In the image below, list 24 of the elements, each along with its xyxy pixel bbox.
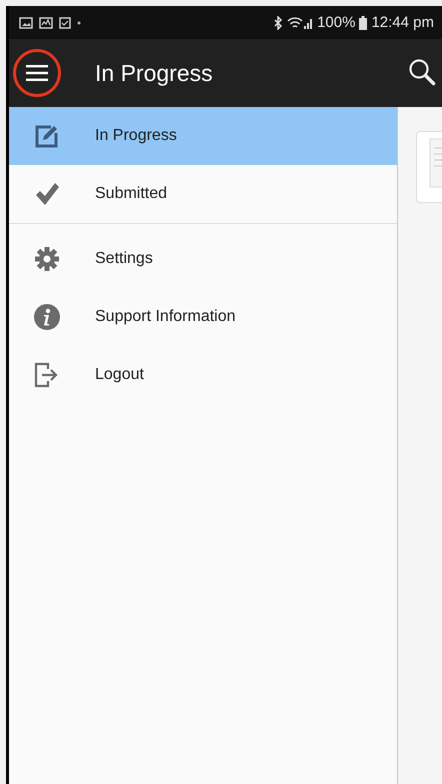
logout-icon xyxy=(34,362,60,388)
drawer-item[interactable]: Submitted xyxy=(9,165,397,223)
screen-title: In Progress xyxy=(95,60,214,86)
drawer-item[interactable]: Settings xyxy=(9,230,397,288)
edit-icon xyxy=(34,123,60,149)
search-button[interactable] xyxy=(408,58,436,88)
chart-icon xyxy=(39,16,53,28)
battery-percentage: 100% xyxy=(317,14,356,31)
search-icon xyxy=(408,58,436,86)
checkbox-icon xyxy=(59,16,71,28)
bluetooth-icon xyxy=(273,16,284,30)
checkmark-icon xyxy=(34,182,60,206)
drawer-item[interactable]: Support Information xyxy=(9,288,397,346)
image-icon xyxy=(19,16,33,28)
clock: 12:44 pm xyxy=(371,14,434,31)
settings-icon xyxy=(34,246,60,272)
drawer-item[interactable]: Logout xyxy=(9,346,397,404)
wifi-signal-icon xyxy=(287,16,314,30)
battery-icon xyxy=(359,16,368,30)
dot-icon xyxy=(77,20,81,24)
menu-button[interactable] xyxy=(13,49,61,97)
info-icon xyxy=(34,304,60,330)
drawer-item[interactable]: In Progress xyxy=(9,107,397,165)
menu-icon xyxy=(26,65,48,81)
